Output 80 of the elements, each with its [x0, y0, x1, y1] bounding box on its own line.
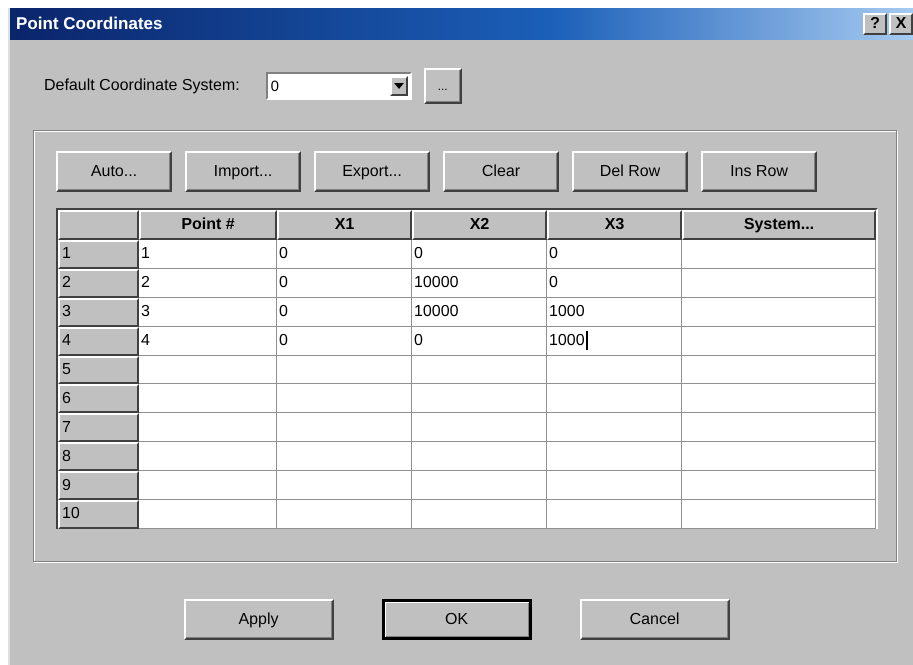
table-cell[interactable] [682, 500, 876, 529]
column-header[interactable]: X3 [547, 210, 682, 240]
column-header[interactable]: X1 [277, 210, 412, 240]
row-header[interactable]: 8 [58, 442, 139, 472]
dialog-button[interactable]: Apply [184, 599, 334, 640]
table-cell[interactable]: 0 [412, 326, 547, 356]
table-cell[interactable]: 0 [277, 268, 412, 298]
dialog-button[interactable]: OK [382, 599, 532, 640]
table-cell[interactable] [139, 471, 277, 500]
table-cell[interactable] [682, 413, 876, 442]
row-header[interactable]: 4 [58, 326, 139, 356]
table-cell[interactable] [547, 471, 682, 500]
table-cell[interactable] [547, 442, 682, 472]
table-cell[interactable] [682, 298, 876, 327]
table-cell[interactable] [682, 326, 876, 356]
toolbar-button[interactable]: Ins Row [701, 151, 817, 192]
table-cell[interactable] [547, 500, 682, 529]
table-cell[interactable] [412, 471, 547, 500]
row-header[interactable]: 7 [58, 413, 139, 442]
table-cell[interactable]: 1 [139, 240, 277, 269]
table-cell[interactable] [412, 413, 547, 442]
table-cell[interactable] [277, 471, 412, 500]
table-cell[interactable] [682, 240, 876, 269]
table-cell[interactable]: 0 [277, 298, 412, 327]
table-cell[interactable]: 1000 [547, 326, 682, 356]
table-cell[interactable]: 2 [139, 268, 277, 298]
close-button[interactable]: X [889, 13, 913, 35]
table-cell[interactable]: 0 [547, 240, 682, 269]
help-button[interactable]: ? [863, 13, 887, 35]
table-cell[interactable]: 1000 [547, 298, 682, 327]
table-cell[interactable] [139, 356, 277, 384]
column-header[interactable]: System... [682, 210, 876, 240]
table-cell[interactable] [139, 442, 277, 472]
table-cell[interactable] [682, 384, 876, 414]
toolbar-button[interactable]: Del Row [572, 151, 688, 192]
table-cell[interactable] [139, 500, 277, 529]
table-cell[interactable] [682, 268, 876, 298]
table-cell[interactable] [682, 356, 876, 384]
row-header[interactable]: 6 [58, 384, 139, 414]
toolbar-button[interactable]: Export... [314, 151, 430, 192]
toolbar-button[interactable]: Auto... [56, 151, 172, 192]
table-cell[interactable]: 0 [547, 268, 682, 298]
table-cell[interactable] [547, 384, 682, 414]
table-cell[interactable]: 0 [412, 240, 547, 269]
table-cell[interactable] [277, 442, 412, 472]
table-cell[interactable] [412, 356, 547, 384]
table-cell[interactable] [547, 413, 682, 442]
column-header[interactable]: Point # [139, 210, 277, 240]
field-label: Default Coordinate System: [44, 77, 240, 95]
row-header[interactable]: 10 [58, 500, 139, 529]
table-cell[interactable] [277, 356, 412, 384]
table-cell[interactable] [277, 384, 412, 414]
table-cell[interactable] [412, 500, 547, 529]
dialog-button[interactable]: Cancel [580, 599, 730, 640]
browse-button[interactable]: ... [424, 68, 462, 104]
row-header[interactable]: 3 [58, 298, 139, 327]
toolbar-button[interactable]: Import... [185, 151, 301, 192]
table-cell[interactable] [412, 442, 547, 472]
table-cell[interactable] [412, 384, 547, 414]
table-cell[interactable] [277, 413, 412, 442]
table-cell[interactable]: 0 [277, 240, 412, 269]
table-cell[interactable]: 4 [139, 326, 277, 356]
toolbar-button[interactable]: Clear [443, 151, 559, 192]
row-header[interactable]: 5 [58, 356, 139, 384]
table-cell[interactable]: 10000 [412, 298, 547, 327]
table-cell[interactable]: 10000 [412, 268, 547, 298]
table-cell[interactable] [139, 413, 277, 442]
table-cell[interactable] [277, 500, 412, 529]
table-cell[interactable] [682, 442, 876, 472]
table-cell[interactable] [682, 471, 876, 500]
table-cell[interactable] [547, 356, 682, 384]
row-header[interactable]: 9 [58, 471, 139, 500]
coordinate-system-dropdown[interactable]: 0 [266, 72, 412, 100]
row-header[interactable]: 2 [58, 268, 139, 298]
window-title: Point Coordinates [16, 14, 162, 34]
table-cell[interactable] [139, 384, 277, 414]
row-header[interactable]: 1 [58, 240, 139, 269]
column-header[interactable]: X2 [412, 210, 547, 240]
table-cell[interactable]: 3 [139, 298, 277, 327]
table-cell[interactable]: 0 [277, 326, 412, 356]
